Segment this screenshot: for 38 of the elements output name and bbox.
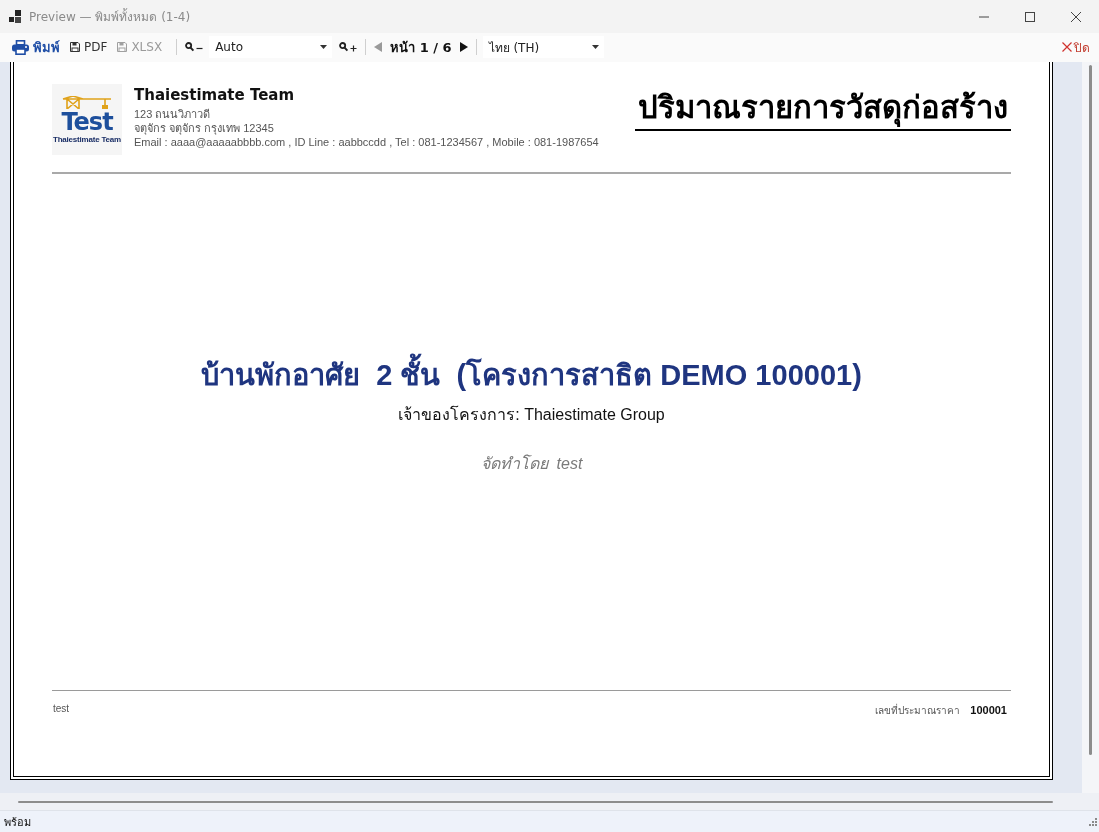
- caret-icon: [320, 45, 328, 49]
- page-indicator: หน้า 1 / 6: [390, 38, 452, 57]
- window-title: Preview — พิมพ์ทั้งหมด (1-4): [29, 7, 192, 26]
- logo-text: Test: [61, 108, 113, 135]
- vertical-scrollbar[interactable]: [1082, 62, 1099, 793]
- right-triangle-icon: [459, 42, 468, 52]
- save-icon: [70, 42, 80, 52]
- footer-text: test: [53, 703, 70, 714]
- company-address-line: จตุจักร จตุจักร กรุงเทพ 12345: [134, 121, 275, 135]
- close-button[interactable]: ปิด: [1060, 36, 1092, 58]
- resize-grip-icon: [1088, 817, 1097, 826]
- company-address-line: Email : aaaa@aaaaabbbb.com , ID Line : aabbccdd , Tel : 081-1234567 , Mobile : 081-1987654: [134, 135, 599, 149]
- caret-icon: [591, 45, 599, 49]
- print-button[interactable]: พิมพ์: [10, 36, 62, 58]
- estimate-number-label: เลขที่ประมาณราคา: [875, 703, 961, 718]
- pdf-button[interactable]: PDF: [68, 36, 110, 58]
- left-triangle-icon: [374, 42, 383, 52]
- save-icon: [117, 42, 128, 52]
- language-select[interactable]: ไทย (TH): [482, 36, 604, 58]
- company-name: Thaiestimate Team: [134, 85, 296, 105]
- zoom-in-icon: [339, 42, 358, 52]
- project-owner: เจ้าของโครงการ: Thaiestimate Group: [398, 404, 665, 425]
- printer-icon: [12, 39, 29, 55]
- report-title: ปริมาณรายการวัสดุก่อสร้าง: [635, 87, 1011, 131]
- close-icon: [1071, 11, 1081, 22]
- status-text: พร้อม: [4, 814, 32, 831]
- logo-caption: Thaiestimate Team: [52, 134, 121, 145]
- close-icon: [1062, 42, 1072, 52]
- company-address-line: 123 ถนนวิภาวดี: [134, 107, 212, 121]
- app-icon: [9, 10, 22, 23]
- estimate-number: 100001: [970, 704, 1007, 716]
- zoom-select[interactable]: Auto: [209, 36, 333, 58]
- maximize-icon: [1025, 11, 1035, 22]
- horizontal-scrollbar[interactable]: [0, 793, 1099, 810]
- zoom-out-icon: [185, 42, 204, 52]
- prepared-by: จัดทำโดย test: [480, 453, 583, 474]
- crane-icon: [61, 95, 113, 109]
- project-title: บ้านพักอาศัย 2 ชั้น (โครงการสาธิต DEMO 100001): [201, 354, 862, 396]
